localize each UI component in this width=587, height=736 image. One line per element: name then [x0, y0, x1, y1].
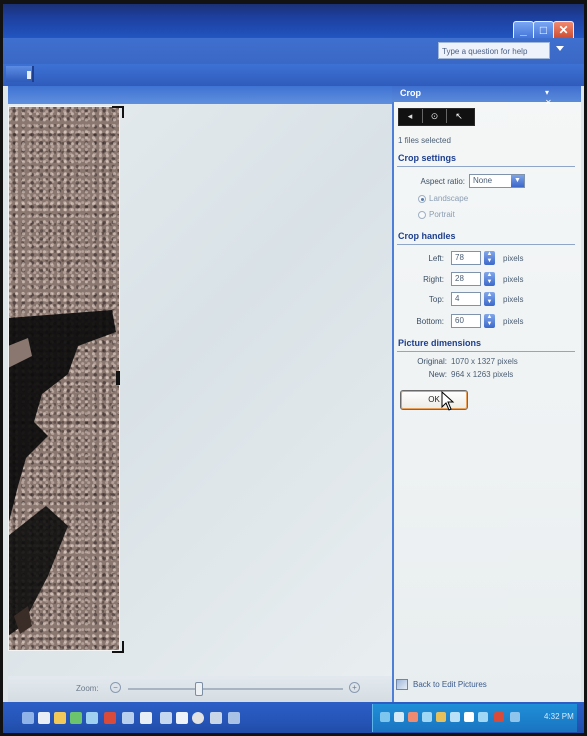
home-nav-icon[interactable]: ⊙ [422, 109, 447, 123]
top-spinner-icon[interactable]: ▲ ▼ [484, 292, 495, 306]
crop-handles-heading: Crop handles [398, 231, 456, 241]
tray-alert-icon[interactable] [494, 712, 504, 722]
bottom-crop-input[interactable]: 60 [451, 314, 481, 328]
picture-dimensions-heading: Picture dimensions [398, 338, 482, 348]
left-crop-input[interactable]: 78 [451, 251, 481, 265]
bottom-spinner-icon[interactable]: ▲ ▼ [484, 314, 495, 328]
left-label: Left: [428, 254, 444, 263]
quick-launch-folder-icon[interactable] [54, 712, 66, 724]
canvas-header [8, 86, 392, 104]
tray-help-icon[interactable] [464, 712, 474, 722]
right-label: Right: [423, 275, 444, 284]
photo-border [8, 106, 120, 651]
magnifier-minus-icon[interactable]: − [110, 682, 121, 693]
tray-speaker-icon[interactable] [394, 712, 404, 722]
crop-handle-middle-right[interactable] [116, 371, 120, 385]
quick-launch-browser-icon[interactable] [86, 712, 98, 724]
quick-launch-desktop-icon[interactable] [22, 712, 34, 724]
new-label: New: [428, 370, 447, 379]
tray-app-icon[interactable] [436, 712, 446, 722]
taskbar-picture-icon[interactable] [160, 712, 172, 724]
crop-settings-heading: Crop settings [398, 153, 457, 163]
aspect-ratio-label: Aspect ratio: [420, 177, 465, 186]
original-dimensions: 1070 x 1327 pixels [451, 357, 518, 366]
new-dimensions: 964 x 1263 pixels [451, 370, 514, 379]
quick-launch-mail-icon[interactable] [38, 712, 50, 724]
right-unit: pixels [503, 275, 524, 284]
task-pane-title: Crop [400, 88, 421, 98]
chevron-down-icon[interactable]: ▼ [511, 175, 524, 187]
landscape-radio[interactable] [418, 195, 426, 203]
original-label: Original: [417, 357, 447, 366]
crop-handle-bottom-right[interactable] [112, 641, 124, 653]
section-divider [397, 244, 575, 245]
back-nav-icon[interactable]: ◂ [399, 109, 421, 123]
crop-handle-top-right[interactable] [112, 106, 124, 118]
top-label: Top: [428, 295, 444, 304]
files-selected-text: 1 files selected [398, 136, 451, 145]
back-to-edit-pictures-link[interactable]: Back to Edit Pictures [413, 680, 487, 689]
edit-pictures-icon[interactable] [396, 679, 408, 690]
section-divider [397, 166, 575, 167]
forward-nav-icon[interactable]: ↖ [446, 109, 472, 123]
tray-network-icon[interactable] [380, 712, 390, 722]
tray-misc-icon[interactable] [510, 712, 520, 722]
screen: _ □ ✕ Type a question for help Zoom: − +… [0, 0, 587, 736]
right-spinner-icon[interactable]: ▲ ▼ [484, 272, 495, 286]
zoom-slider-thumb[interactable] [194, 682, 203, 696]
tray-bluetooth-icon[interactable] [478, 712, 488, 722]
taskbar-media-icon[interactable] [122, 712, 134, 724]
task-pane-options-icon[interactable]: ▾ ✕ [545, 88, 555, 107]
toolbar [0, 64, 587, 86]
taskbar-program-icon[interactable] [228, 712, 240, 724]
taskbar-window-icon[interactable] [140, 712, 152, 724]
taskbar-app-icon[interactable] [104, 712, 116, 724]
toolbar-options-icon[interactable] [27, 71, 31, 79]
taskbar-clock: 4:32 PM [544, 712, 574, 721]
taskbar-grid-icon[interactable] [210, 712, 222, 724]
help-dropdown-icon[interactable] [556, 46, 564, 51]
help-search-input[interactable]: Type a question for help [438, 42, 550, 59]
section-divider [397, 351, 575, 352]
left-spinner-icon[interactable]: ▲ ▼ [484, 251, 495, 265]
magnifier-plus-icon[interactable]: + [349, 682, 360, 693]
right-crop-input[interactable]: 28 [451, 272, 481, 286]
taskbar-disc-icon[interactable] [192, 712, 204, 724]
zoom-slider[interactable] [128, 688, 343, 690]
mouse-pointer-icon [441, 391, 455, 411]
tray-security-icon[interactable] [408, 712, 418, 722]
landscape-label: Landscape [429, 194, 469, 203]
ok-button[interactable]: OK [400, 390, 468, 410]
quick-launch-app-icon[interactable] [70, 712, 82, 724]
top-crop-input[interactable]: 4 [451, 292, 481, 306]
bottom-label: Bottom: [416, 317, 444, 326]
portrait-label: Portrait [429, 210, 455, 219]
tray-sync-icon[interactable] [450, 712, 460, 722]
top-unit: pixels [503, 295, 524, 304]
tray-update-icon[interactable] [422, 712, 432, 722]
zoom-label: Zoom: [76, 684, 99, 693]
taskbar-document-icon[interactable] [176, 712, 188, 724]
left-unit: pixels [503, 254, 524, 263]
bottom-unit: pixels [503, 317, 524, 326]
portrait-radio[interactable] [418, 211, 426, 219]
